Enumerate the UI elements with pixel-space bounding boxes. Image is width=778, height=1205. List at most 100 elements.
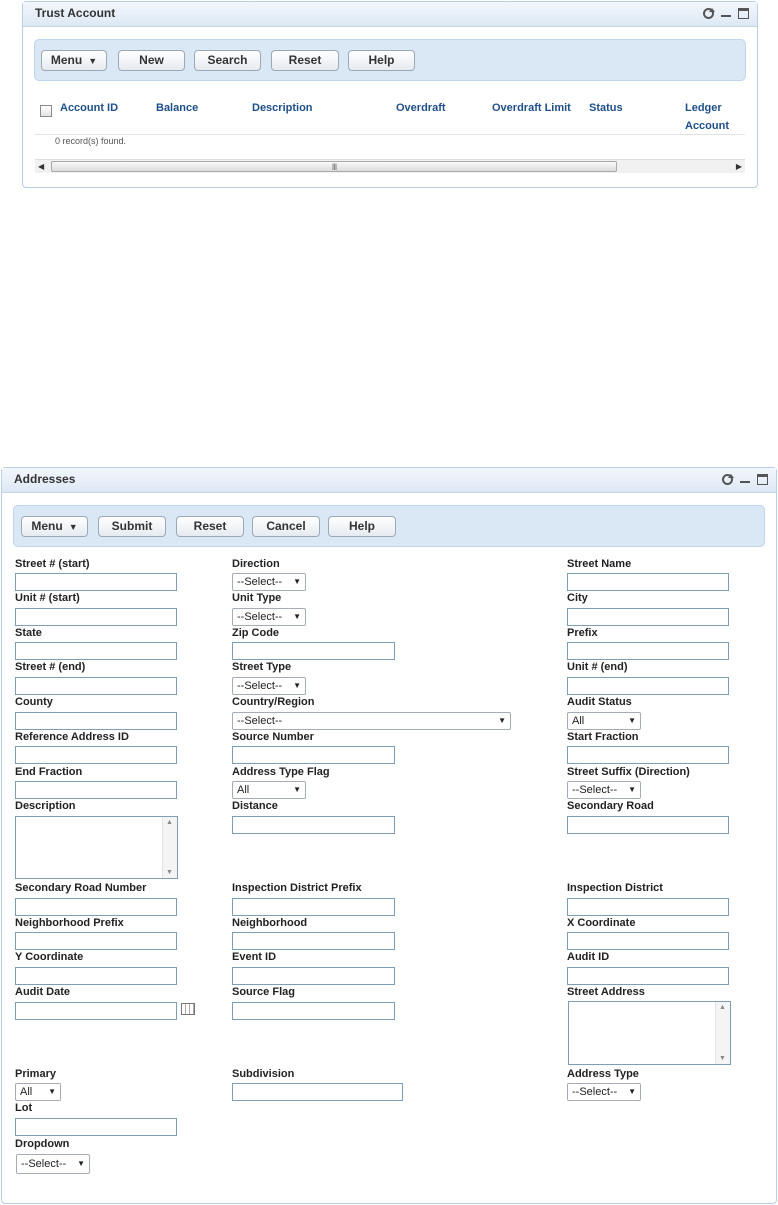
chevron-down-icon: ▼ [293, 612, 301, 621]
textarea-scrollbar[interactable]: ▲ ▼ [162, 817, 177, 878]
source-flag-label: Source Flag [232, 986, 295, 998]
col-ledger[interactable]: Ledger [685, 100, 722, 117]
panel-title: Trust Account [35, 6, 116, 20]
county-input[interactable] [15, 712, 177, 730]
col-overdraft-limit[interactable]: Overdraft Limit [492, 100, 571, 117]
scroll-up-icon[interactable]: ▲ [719, 1004, 726, 1011]
select-all-checkbox[interactable] [40, 105, 52, 117]
unit-start-input[interactable] [15, 608, 177, 626]
prefix-input[interactable] [567, 642, 729, 660]
street-name-input[interactable] [567, 573, 729, 591]
start-fraction-input[interactable] [567, 746, 729, 764]
calendar-icon[interactable] [181, 1003, 195, 1015]
unit-end-input[interactable] [567, 677, 729, 695]
state-input[interactable] [15, 642, 177, 660]
address-type-value: --Select-- [572, 1086, 618, 1098]
scroll-up-icon[interactable]: ▲ [166, 819, 173, 826]
country-select[interactable]: --Select-- ▼ [232, 712, 511, 730]
maximize-icon[interactable] [757, 473, 768, 485]
audit-id-input[interactable] [567, 967, 729, 985]
street-type-select[interactable]: --Select-- ▼ [232, 677, 306, 695]
direction-select[interactable]: --Select-- ▼ [232, 573, 306, 591]
col-balance[interactable]: Balance [156, 100, 198, 117]
addresses-toolbar: Menu ▼ Submit Reset Cancel Help [13, 505, 765, 547]
minimize-icon[interactable] [720, 7, 732, 19]
y-coordinate-input[interactable] [15, 967, 177, 985]
secondary-road-number-input[interactable] [15, 898, 177, 916]
neighborhood-prefix-input[interactable] [15, 932, 177, 950]
event-id-label: Event ID [232, 951, 277, 963]
refresh-icon[interactable] [703, 7, 715, 19]
unit-type-select[interactable]: --Select-- ▼ [232, 608, 306, 626]
zip-input[interactable] [232, 642, 395, 660]
inspection-district-input[interactable] [567, 898, 729, 916]
primary-select[interactable]: All ▼ [15, 1083, 61, 1101]
refresh-icon[interactable] [722, 473, 734, 485]
panel-controls [722, 473, 768, 485]
menu-button[interactable]: Menu ▼ [41, 50, 107, 71]
state-label: State [15, 627, 42, 639]
address-type-label: Address Type [567, 1068, 639, 1080]
maximize-icon[interactable] [738, 7, 749, 19]
secondary-road-label: Secondary Road [567, 800, 654, 812]
secondary-road-input[interactable] [567, 816, 729, 834]
end-fraction-input[interactable] [15, 781, 177, 799]
direction-label: Direction [232, 558, 280, 570]
address-type-select[interactable]: --Select-- ▼ [567, 1083, 641, 1101]
col-overdraft[interactable]: Overdraft [396, 100, 446, 117]
audit-status-select[interactable]: All ▼ [567, 712, 641, 730]
minimize-icon[interactable] [739, 473, 751, 485]
street-end-label: Street # (end) [15, 661, 86, 673]
distance-input[interactable] [232, 816, 395, 834]
inspection-district-prefix-input[interactable] [232, 898, 395, 916]
new-button[interactable]: New [118, 50, 185, 71]
source-number-input[interactable] [232, 746, 395, 764]
dropdown-select[interactable]: --Select-- ▼ [16, 1154, 90, 1174]
scroll-left-icon[interactable]: ◀ [38, 162, 44, 171]
chevron-down-icon: ▼ [48, 1087, 56, 1096]
primary-label: Primary [15, 1068, 56, 1080]
street-end-input[interactable] [15, 677, 177, 695]
audit-date-input[interactable] [15, 1002, 177, 1020]
reset-button[interactable]: Reset [271, 50, 339, 71]
scroll-right-icon[interactable]: ▶ [736, 162, 742, 171]
scroll-thumb[interactable]: III [51, 161, 617, 172]
reset-button[interactable]: Reset [176, 516, 244, 537]
event-id-input[interactable] [232, 967, 395, 985]
ref-address-input[interactable] [15, 746, 177, 764]
neighborhood-input[interactable] [232, 932, 395, 950]
scroll-down-icon[interactable]: ▼ [166, 869, 173, 876]
audit-status-label: Audit Status [567, 696, 632, 708]
textarea-scrollbar[interactable]: ▲ ▼ [715, 1002, 730, 1064]
submit-button[interactable]: Submit [98, 516, 166, 537]
x-coordinate-input[interactable] [567, 932, 729, 950]
start-fraction-label: Start Fraction [567, 731, 639, 743]
zip-label: Zip Code [232, 627, 280, 639]
street-suffix-select[interactable]: --Select-- ▼ [567, 781, 641, 799]
help-button[interactable]: Help [348, 50, 415, 71]
cancel-button[interactable]: Cancel [252, 516, 320, 537]
subdivision-input[interactable] [232, 1083, 403, 1101]
col-status[interactable]: Status [589, 100, 623, 117]
address-type-flag-select[interactable]: All ▼ [232, 781, 306, 799]
country-label: Country/Region [232, 696, 315, 708]
city-input[interactable] [567, 608, 729, 626]
audit-status-value: All [572, 715, 585, 727]
description-textarea[interactable]: ▲ ▼ [15, 816, 178, 879]
lot-input[interactable] [15, 1118, 177, 1136]
col-account[interactable]: Account [685, 118, 729, 135]
audit-id-label: Audit ID [567, 951, 610, 963]
menu-button[interactable]: Menu ▼ [21, 516, 88, 537]
country-value: --Select-- [237, 715, 283, 727]
horizontal-scrollbar[interactable]: ◀ III ▶ [35, 159, 745, 173]
street-address-textarea[interactable]: ▲ ▼ [568, 1001, 731, 1065]
scroll-down-icon[interactable]: ▼ [719, 1055, 726, 1062]
search-button[interactable]: Search [194, 50, 261, 71]
col-description[interactable]: Description [252, 100, 313, 117]
street-name-label: Street Name [567, 558, 632, 570]
street-start-input[interactable] [15, 573, 177, 591]
source-flag-input[interactable] [232, 1002, 395, 1020]
help-button[interactable]: Help [328, 516, 396, 537]
col-account-id[interactable]: Account ID [60, 100, 118, 117]
scroll-grip: III [331, 162, 337, 172]
